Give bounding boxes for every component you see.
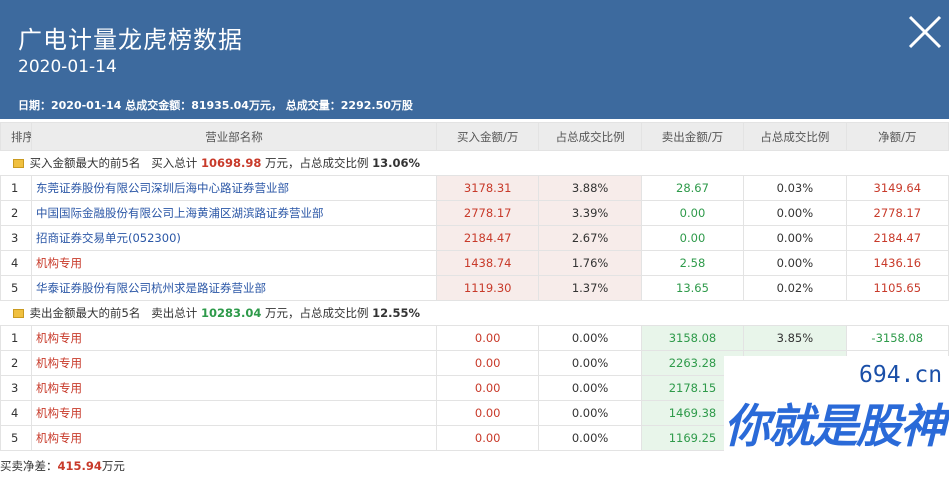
buy-amount: 2184.47 bbox=[435, 225, 540, 251]
net-amount: 1105.65 bbox=[845, 275, 949, 301]
row-rank: 4 bbox=[0, 400, 32, 426]
net-amount: -3158.08 bbox=[845, 325, 949, 351]
header-panel: 广电计量龙虎榜数据 2020-01-14 日期：2020-01-14 总成交金额… bbox=[0, 0, 949, 119]
table-row: 4 机构专用 1438.74 1.76% 2.58 0.00% 1436.16 bbox=[0, 250, 949, 276]
watermark-logo: 694.cn 你就是股神 bbox=[724, 356, 949, 477]
column-header-rank: 排序 bbox=[0, 122, 32, 151]
buy-section-label: 买入金额最大的前5名 bbox=[29, 156, 141, 170]
row-rank: 3 bbox=[0, 225, 32, 251]
table-row: 1 东莞证券股份有限公司深圳后海中心路证券营业部 3178.31 3.88% 28.67… bbox=[0, 175, 949, 201]
sell-ratio-cell: 0.03% bbox=[743, 175, 847, 201]
row-rank: 1 bbox=[0, 175, 32, 201]
column-header-net: 净额/万 bbox=[845, 122, 949, 151]
sell-ratio-cell: 0.00% bbox=[743, 200, 847, 226]
buy-ratio-cell: 3.39% bbox=[538, 200, 642, 226]
buy-ratio-cell: 2.67% bbox=[538, 225, 642, 251]
table-row: 2 中国国际金融股份有限公司上海黄浦区湖滨路证券营业部 2778.17 3.39% 0.… bbox=[0, 200, 949, 226]
buy-amount: 0.00 bbox=[435, 375, 540, 401]
row-rank: 2 bbox=[0, 200, 32, 226]
broker-name-link[interactable]: 机构专用 bbox=[31, 250, 437, 276]
row-rank: 5 bbox=[0, 425, 32, 451]
row-rank: 1 bbox=[0, 325, 32, 351]
buy-amount: 3178.31 bbox=[435, 175, 540, 201]
broker-name-link[interactable]: 机构专用 bbox=[31, 325, 437, 351]
buy-total-value: 10698.98 bbox=[200, 156, 262, 170]
row-rank: 4 bbox=[0, 250, 32, 276]
broker-name-link[interactable]: 机构专用 bbox=[31, 425, 437, 451]
sell-ratio-cell: 0.00% bbox=[743, 250, 847, 276]
buy-amount: 1119.30 bbox=[435, 275, 540, 301]
buy-ratio: 13.06% bbox=[372, 156, 421, 170]
buy-ratio-cell: 0.00% bbox=[538, 425, 642, 451]
buy-ratio-cell: 0.00% bbox=[538, 375, 642, 401]
buy-ratio-cell: 1.37% bbox=[538, 275, 642, 301]
net-difference-unit: 万元 bbox=[101, 459, 125, 473]
net-difference: 买卖净差：415.94万元 bbox=[0, 458, 125, 474]
sell-ratio-cell: 0.02% bbox=[743, 275, 847, 301]
sell-ratio-cell: 3.85% bbox=[743, 325, 847, 351]
buy-amount: 0.00 bbox=[435, 400, 540, 426]
row-rank: 5 bbox=[0, 275, 32, 301]
buy-amount: 0.00 bbox=[435, 325, 540, 351]
buy-ratio-cell: 0.00% bbox=[538, 350, 642, 376]
folder-icon bbox=[12, 309, 24, 318]
buy-total-label: 买入总计 bbox=[151, 156, 198, 170]
buy-ratio-cell: 0.00% bbox=[538, 400, 642, 426]
sell-ratio: 12.55% bbox=[372, 306, 421, 320]
column-header-buy-pct: 占总成交比例 bbox=[538, 122, 642, 151]
folder-icon bbox=[12, 159, 24, 168]
broker-name-link[interactable]: 招商证券交易单元(052300) bbox=[31, 225, 437, 251]
broker-name-link[interactable]: 机构专用 bbox=[31, 375, 437, 401]
sell-unit-text: 万元，占总成交比例 bbox=[265, 306, 369, 320]
close-icon bbox=[908, 15, 942, 49]
sell-amount: 13.65 bbox=[640, 275, 745, 301]
buy-ratio-cell: 1.76% bbox=[538, 250, 642, 276]
table-row: 1 机构专用 0.00 0.00% 3158.08 3.85% -3158.08 bbox=[0, 325, 949, 351]
broker-name-link[interactable]: 机构专用 bbox=[31, 350, 437, 376]
buy-ratio-cell: 0.00% bbox=[538, 325, 642, 351]
sell-amount: 0.00 bbox=[640, 200, 745, 226]
net-amount: 1436.16 bbox=[845, 250, 949, 276]
net-amount: 3149.64 bbox=[845, 175, 949, 201]
page-title: 广电计量龙虎榜数据 bbox=[18, 26, 243, 54]
trade-summary: 日期：2020-01-14 总成交金额：81935.04万元， 总成交量：229… bbox=[18, 99, 413, 112]
net-difference-value: 415.94 bbox=[57, 459, 102, 473]
page-date: 2020-01-14 bbox=[18, 57, 117, 77]
sell-ratio-cell: 0.00% bbox=[743, 225, 847, 251]
broker-name-link[interactable]: 中国国际金融股份有限公司上海黄浦区湖滨路证券营业部 bbox=[31, 200, 437, 226]
buy-amount: 1438.74 bbox=[435, 250, 540, 276]
close-button[interactable] bbox=[907, 14, 943, 50]
sell-section-header: 卖出金额最大的前5名 卖出总计 10283.04 万元，占总成交比例 12.55… bbox=[0, 300, 949, 326]
net-amount: 2184.47 bbox=[845, 225, 949, 251]
sell-amount: 28.67 bbox=[640, 175, 745, 201]
broker-name-link[interactable]: 东莞证券股份有限公司深圳后海中心路证券营业部 bbox=[31, 175, 437, 201]
buy-amount: 0.00 bbox=[435, 425, 540, 451]
broker-name-link[interactable]: 机构专用 bbox=[31, 400, 437, 426]
broker-name-link[interactable]: 华泰证券股份有限公司杭州求是路证券营业部 bbox=[31, 275, 437, 301]
net-amount: 2778.17 bbox=[845, 200, 949, 226]
table-header-row: 排序 营业部名称 买入金额/万 占总成交比例 卖出金额/万 占总成交比例 净额/… bbox=[0, 122, 949, 151]
buy-section-header: 买入金额最大的前5名 买入总计 10698.98 万元，占总成交比例 13.06… bbox=[0, 150, 949, 176]
column-header-name: 营业部名称 bbox=[31, 122, 437, 151]
sell-amount: 3158.08 bbox=[640, 325, 745, 351]
sell-section-label: 卖出金额最大的前5名 bbox=[29, 306, 141, 320]
table-row: 3 招商证券交易单元(052300) 2184.47 2.67% 0.00 0.00% 21… bbox=[0, 225, 949, 251]
column-header-sell-pct: 占总成交比例 bbox=[743, 122, 847, 151]
watermark-url: 694.cn bbox=[859, 362, 943, 388]
buy-amount: 2778.17 bbox=[435, 200, 540, 226]
column-header-sell: 卖出金额/万 bbox=[640, 122, 745, 151]
sell-total-label: 卖出总计 bbox=[151, 306, 198, 320]
row-rank: 2 bbox=[0, 350, 32, 376]
buy-amount: 0.00 bbox=[435, 350, 540, 376]
sell-total-value: 10283.04 bbox=[200, 306, 262, 320]
buy-ratio-cell: 3.88% bbox=[538, 175, 642, 201]
column-header-buy: 买入金额/万 bbox=[435, 122, 540, 151]
watermark-text: 你就是股神 bbox=[724, 399, 946, 453]
sell-amount: 0.00 bbox=[640, 225, 745, 251]
net-difference-label: 买卖净差： bbox=[0, 459, 58, 473]
row-rank: 3 bbox=[0, 375, 32, 401]
sell-amount: 2.58 bbox=[640, 250, 745, 276]
buy-unit-text: 万元，占总成交比例 bbox=[265, 156, 369, 170]
table-row: 5 华泰证券股份有限公司杭州求是路证券营业部 1119.30 1.37% 13.65 0.… bbox=[0, 275, 949, 301]
